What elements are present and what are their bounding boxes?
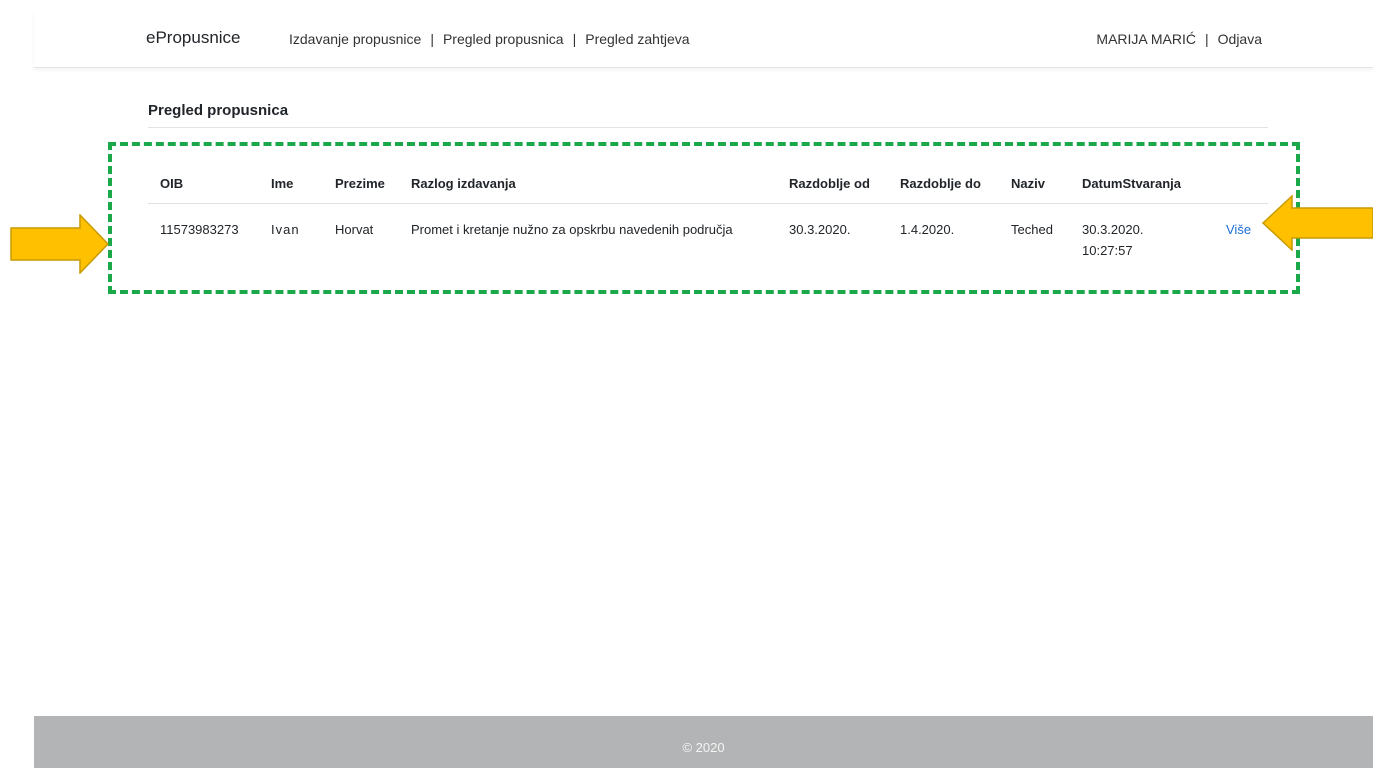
logout-link[interactable]: Odjava [1218,31,1262,47]
nav-pregled-zahtjeva[interactable]: Pregled zahtjeva [585,31,689,47]
user-name: MARIJA MARIĆ [1096,31,1196,47]
arrow-right-icon [10,214,110,274]
nav-separator: | [1205,31,1209,47]
title-divider [148,127,1268,128]
nav-pregled-propusnica[interactable]: Pregled propusnica [443,31,564,47]
nav-izdavanje-propusnice[interactable]: Izdavanje propusnice [289,31,421,47]
brand-link[interactable]: ePropusnice [146,28,241,48]
page-title: Pregled propusnica [148,102,289,119]
nav-links: Izdavanje propusnice | Pregled propusnica |… [289,31,690,47]
nav-separator: | [572,31,577,47]
nav-separator: | [430,31,434,47]
nav-user-area: MARIJA MARIĆ | Odjava [1096,31,1262,47]
footer-copyright: © 2020 [682,740,725,755]
page: ePropusnice Izdavanje propusnice | Pregled… [0,0,1373,768]
highlight-dashed-box [108,142,1300,294]
footer: © 2020 [34,716,1373,768]
navbar: ePropusnice Izdavanje propusnice | Pregled… [34,11,1373,68]
arrow-left-icon [1262,195,1373,251]
